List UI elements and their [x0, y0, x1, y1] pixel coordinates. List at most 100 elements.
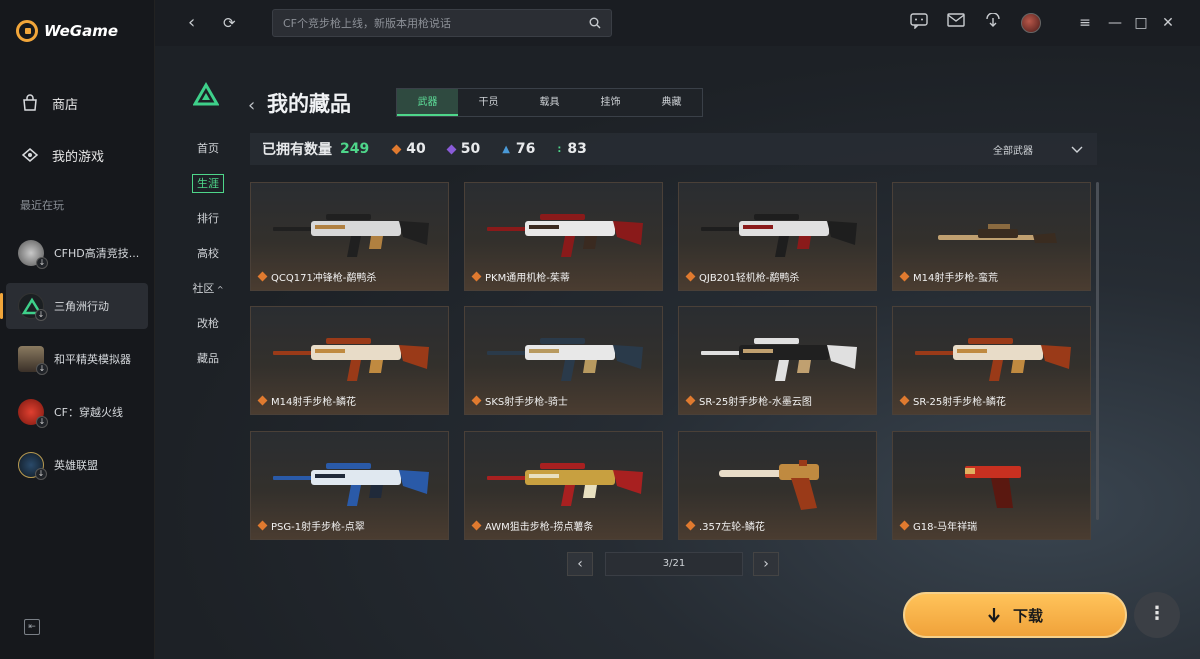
- green-dots-icon: :: [557, 143, 562, 155]
- tab-operators[interactable]: 干员: [458, 89, 519, 116]
- weapon-name-label: PSG-1射手步枪-点翠: [271, 522, 365, 533]
- chat-icon[interactable]: [909, 13, 929, 33]
- collapse-sidebar-icon[interactable]: ⇤: [24, 619, 40, 635]
- grid-scrollbar[interactable]: [1096, 182, 1099, 520]
- weapon-name: AWM狙击步枪-捞点薯条: [471, 518, 594, 533]
- search-icon[interactable]: [589, 17, 601, 29]
- weapon-filter-dropdown[interactable]: 全部武器: [993, 142, 1083, 157]
- subnav-campus[interactable]: 高校: [183, 245, 233, 261]
- subnav-community[interactable]: 社区 ^: [183, 280, 233, 296]
- weapon-image: [915, 338, 1071, 381]
- mail-icon[interactable]: [946, 13, 966, 33]
- weapon-name: SR-25射手步枪-水墨云图: [685, 393, 812, 408]
- page-title: 我的藏品: [267, 92, 351, 116]
- sidebar-game-label: CFHD高清竞技...: [54, 247, 140, 260]
- download-manager-icon[interactable]: [983, 12, 1003, 33]
- weapon-card[interactable]: M14射手步枪-蛮荒: [892, 182, 1091, 291]
- chevron-up-icon: ^: [214, 285, 224, 294]
- sidebar-game-delta-force[interactable]: ↓ 三角洲行动: [0, 283, 148, 329]
- stat-blue: ▲ 76: [502, 141, 535, 157]
- left-sidebar: WeGame 商店 我的游戏 最近在玩 ↓ CFHD高清竞技... ↓ 三角洲行…: [0, 0, 155, 659]
- stat-value: 50: [460, 141, 481, 157]
- sidebar-item-my-games[interactable]: 我的游戏: [20, 145, 104, 165]
- weapon-name-label: SR-25射手步枪-水墨云图: [699, 397, 812, 408]
- search-input[interactable]: [283, 16, 589, 30]
- download-badge-icon: ↓: [36, 363, 48, 375]
- subnav-home[interactable]: 首页: [183, 140, 233, 156]
- close-icon[interactable]: ✕: [1158, 13, 1178, 33]
- search-bar[interactable]: [272, 9, 612, 37]
- weapon-card[interactable]: AWM狙击步枪-捞点薯条: [464, 431, 663, 540]
- weapon-name-label: .357左轮-鳞花: [699, 522, 765, 533]
- prev-page-button[interactable]: ‹: [567, 552, 593, 576]
- sidebar-game-cfhd[interactable]: ↓ CFHD高清竞技...: [6, 230, 148, 276]
- subnav-collection[interactable]: 藏品: [183, 350, 233, 366]
- rarity-diamond-icon: [257, 520, 268, 531]
- weapon-name-label: AWM狙击步枪-捞点薯条: [485, 522, 594, 533]
- subnav-community-label: 社区: [192, 282, 215, 295]
- weapon-name-label: SKS射手步枪-骑士: [485, 397, 568, 408]
- weapon-name: SR-25射手步枪-鳞花: [899, 393, 1006, 408]
- stats-bar: 已拥有数量 249 40 50 ▲ 76 :83 全部武器: [250, 133, 1097, 165]
- back-arrow-icon[interactable]: ‹: [188, 12, 195, 33]
- rarity-diamond-icon: [471, 395, 482, 406]
- owned-total: 249: [340, 141, 370, 157]
- weapon-name-label: QCQ171冲锋枪-鹬鸭杀: [271, 273, 377, 284]
- rarity-diamond-icon: [471, 520, 482, 531]
- rarity-diamond-icon: [899, 520, 910, 531]
- tab-collectibles[interactable]: 典藏: [641, 89, 702, 116]
- recent-label: 最近在玩: [20, 199, 64, 212]
- refresh-icon[interactable]: ⟳: [223, 14, 236, 32]
- subnav-ranking[interactable]: 排行: [183, 210, 233, 226]
- weapon-image: [701, 338, 857, 381]
- weapon-card[interactable]: QJB201轻机枪-鹬鸭杀: [678, 182, 877, 291]
- tab-charms[interactable]: 挂饰: [580, 89, 641, 116]
- weapon-card[interactable]: SKS射手步枪-骑士: [464, 306, 663, 415]
- weapon-name-label: M14射手步枪-鳞花: [271, 397, 356, 408]
- weapon-image: [273, 338, 429, 381]
- rarity-diamond-icon: [685, 520, 696, 531]
- weapon-card[interactable]: .357左轮-鳞花: [678, 431, 877, 540]
- top-bar: ‹ ⟳ ≡ — □ ✕: [155, 0, 1200, 46]
- weapon-card[interactable]: M14射手步枪-鳞花: [250, 306, 449, 415]
- sidebar-game-label: 英雄联盟: [54, 459, 98, 472]
- owned-label: 已拥有数量: [262, 142, 332, 158]
- sidebar-game-crossfire[interactable]: ↓ CF：穿越火线: [6, 389, 148, 435]
- download-button[interactable]: 下载: [903, 592, 1127, 638]
- weapon-card[interactable]: G18-马年祥瑞: [892, 431, 1091, 540]
- weapon-card[interactable]: PSG-1射手步枪-点翠: [250, 431, 449, 540]
- sidebar-item-shop[interactable]: 商店: [20, 93, 78, 113]
- sidebar-game-peace-elite[interactable]: ↓ 和平精英模拟器: [6, 336, 148, 382]
- sidebar-game-lol[interactable]: ↓ 英雄联盟: [6, 442, 148, 488]
- rarity-diamond-icon: [685, 395, 696, 406]
- delta-force-logo-icon: [192, 82, 220, 108]
- weapon-name-label: G18-马年祥瑞: [913, 522, 978, 533]
- sidebar-item-label: 我的游戏: [52, 149, 105, 165]
- tab-vehicles[interactable]: 载具: [519, 89, 580, 116]
- page-indicator: 3/21: [605, 552, 743, 576]
- weapon-card[interactable]: SR-25射手步枪-水墨云图: [678, 306, 877, 415]
- page-back-icon[interactable]: ‹: [248, 95, 255, 116]
- menu-icon[interactable]: ≡: [1075, 13, 1095, 33]
- sidebar-item-label: 商店: [52, 97, 79, 113]
- subnav-modify-gun[interactable]: 改枪: [183, 315, 233, 331]
- weapon-image: [487, 463, 643, 506]
- subnav-career[interactable]: 生涯: [183, 174, 233, 193]
- weapon-name: SKS射手步枪-骑士: [471, 393, 568, 408]
- sidebar-game-label: 三角洲行动: [54, 300, 109, 313]
- rarity-diamond-icon: [899, 271, 910, 282]
- minimize-icon[interactable]: —: [1105, 13, 1125, 33]
- more-options-icon[interactable]: ⋮: [1134, 592, 1180, 638]
- wegame-logo[interactable]: WeGame: [16, 20, 118, 42]
- weapon-card[interactable]: QCQ171冲锋枪-鹬鸭杀: [250, 182, 449, 291]
- weapon-card[interactable]: PKM通用机枪-茱蒂: [464, 182, 663, 291]
- tab-weapons[interactable]: 武器: [397, 89, 458, 116]
- maximize-icon[interactable]: □: [1131, 13, 1151, 33]
- weapon-image: [701, 214, 857, 257]
- shop-bag-icon: [20, 93, 40, 113]
- next-page-button[interactable]: ›: [753, 552, 779, 576]
- delta-force-icon: ↓: [18, 293, 47, 321]
- weapon-card[interactable]: SR-25射手步枪-鳞花: [892, 306, 1091, 415]
- weapon-name: .357左轮-鳞花: [685, 518, 765, 533]
- user-avatar[interactable]: [1021, 13, 1041, 33]
